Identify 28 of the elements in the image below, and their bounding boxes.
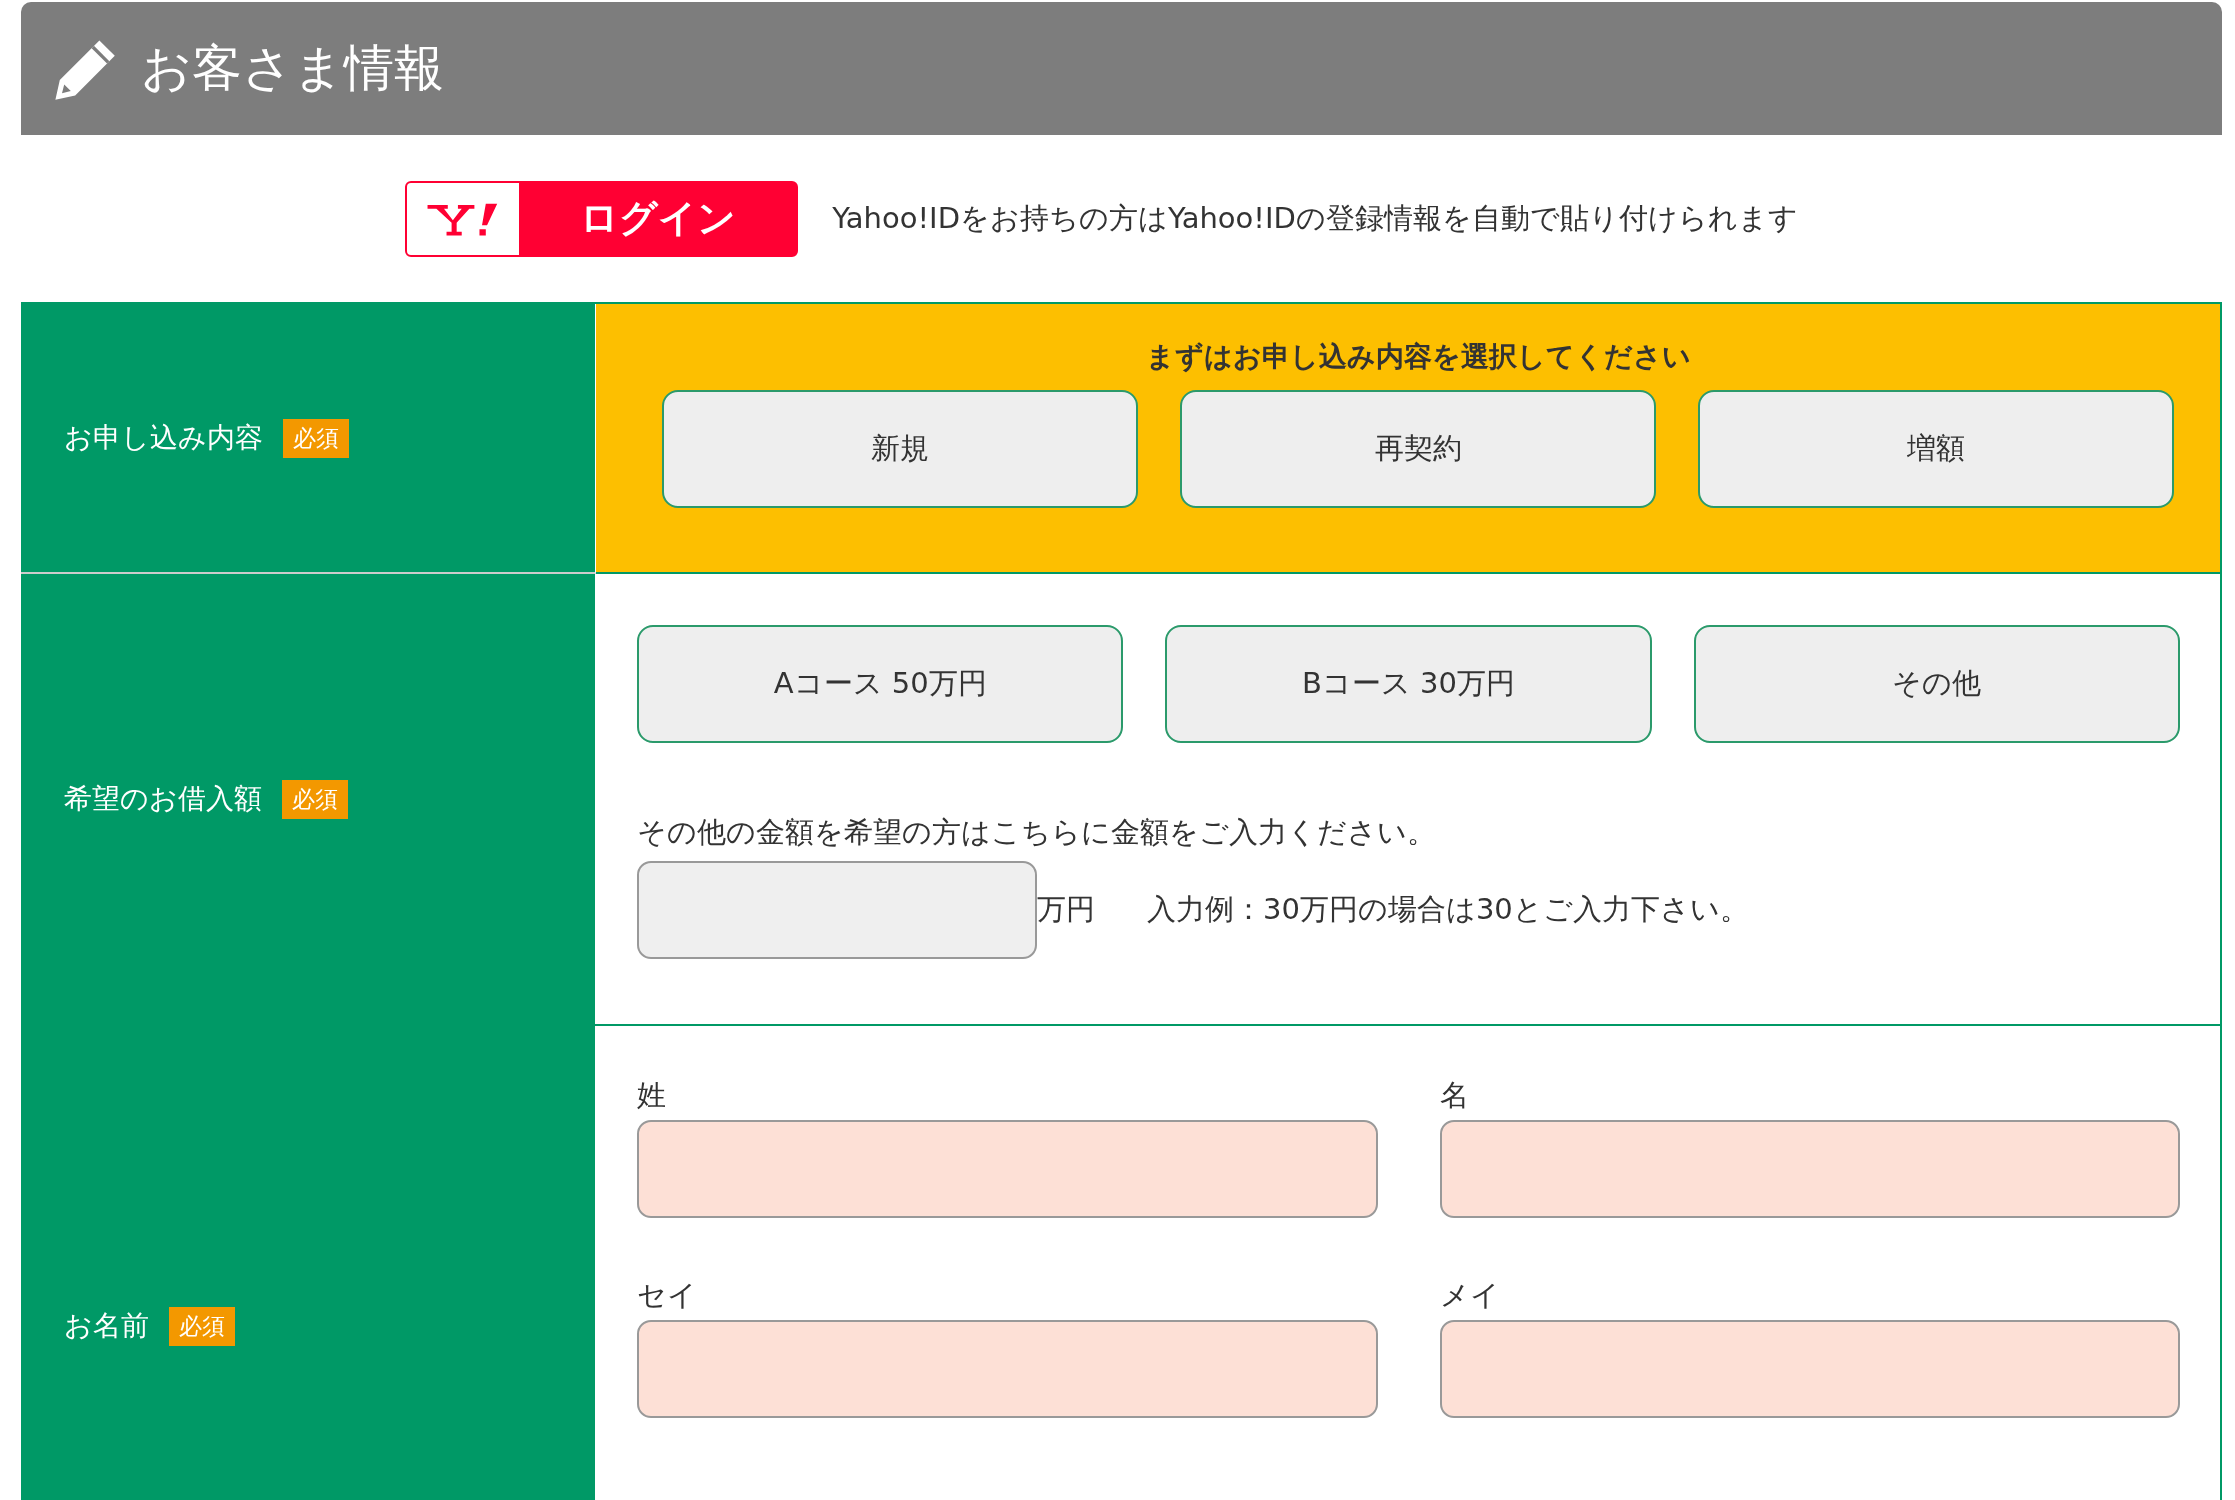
input-field[interactable] (1439, 1120, 2180, 1218)
login-note: Yahoo!IDをお持ちの方はYahoo!IDの登録情報を自動で貼り付けられます (832, 199, 1798, 237)
input-field[interactable] (637, 861, 1037, 959)
required-badge: 必須 (282, 779, 348, 819)
page-title: お客さま情報 (141, 38, 444, 99)
field-label: 名 (1439, 1077, 1470, 1114)
field-label: 希望のお借入額 (64, 781, 262, 817)
field-label: お申し込み内容 (64, 420, 263, 456)
input-field[interactable] (637, 1320, 1378, 1418)
option-button[interactable]: 新規 (662, 390, 1138, 508)
hint-text: その他の金額を希望の方はこちらに金額をご入力ください。 (637, 814, 1437, 851)
option-button[interactable]: Bコース 30万円 (1165, 625, 1652, 743)
field-label: お名前 (64, 1308, 149, 1344)
input-field[interactable] (637, 1120, 1378, 1218)
field-label: メイ (1439, 1277, 1501, 1314)
option-button[interactable]: その他 (1693, 625, 2180, 743)
prompt-text: まずはお申し込み内容を選択してください (1144, 339, 1692, 375)
required-badge: 必須 (169, 1306, 235, 1346)
input-field[interactable] (1439, 1320, 2180, 1418)
option-button[interactable]: 増額 (1698, 390, 2174, 508)
field-label: セイ (637, 1277, 698, 1314)
login-button[interactable]: ログイン (405, 180, 799, 257)
field-label: 姓 (637, 1077, 667, 1114)
option-button[interactable]: 再契約 (1180, 390, 1656, 508)
unit-label: 万円 (1037, 891, 1095, 928)
example-text: 入力例：30万円の場合は30とご入力下さい。 (1147, 891, 1749, 928)
option-button[interactable]: Aコース 50万円 (637, 625, 1124, 743)
required-badge: 必須 (283, 418, 349, 458)
